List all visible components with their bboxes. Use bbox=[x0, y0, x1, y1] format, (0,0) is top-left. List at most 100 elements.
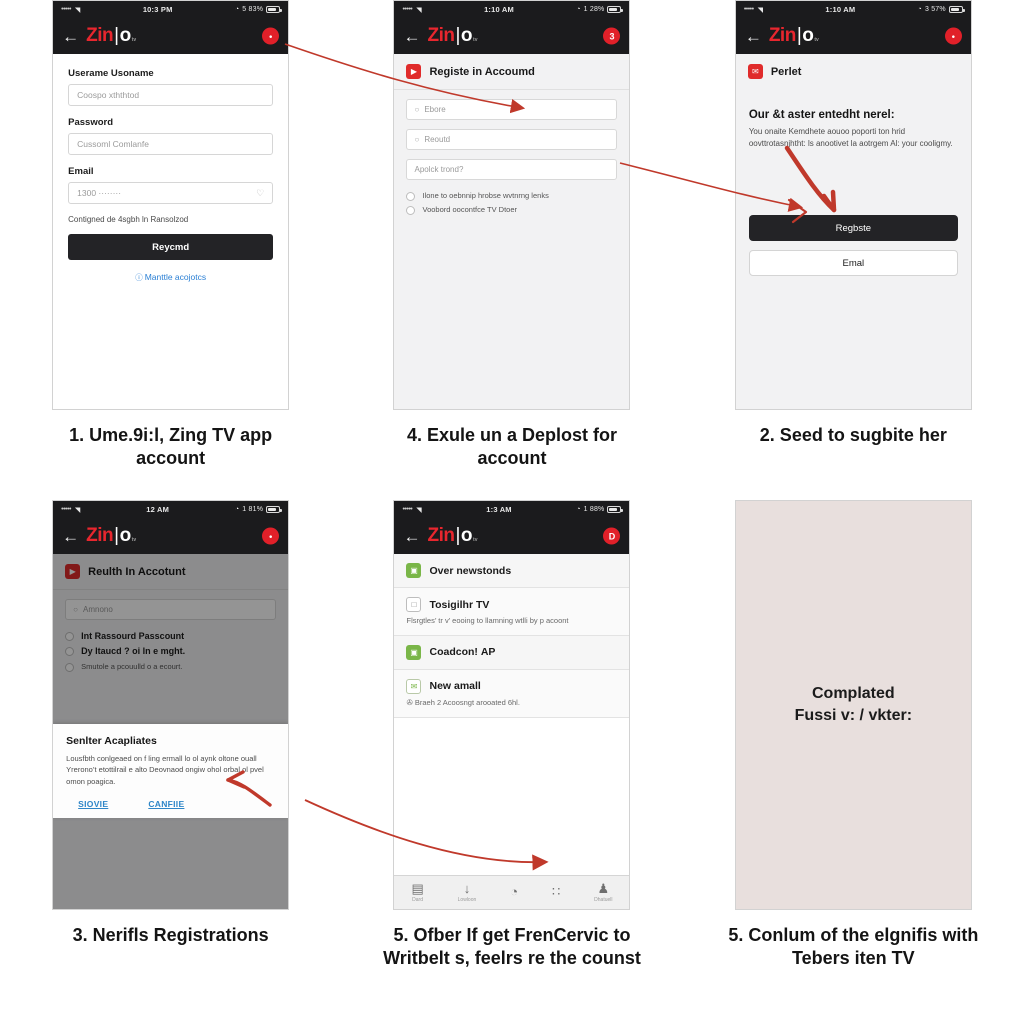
phone-mockup-permission: ••••• ◥ 1:10 AM ◔ 3 57% ← Zin | o tv • ✉… bbox=[734, 0, 972, 410]
battery-percent: 1 88% bbox=[583, 506, 605, 513]
screen-settings-list: ▣ Over newstonds □ Tosigilhr TV Flsrgtle… bbox=[394, 554, 630, 909]
tab-label: Dhatuell bbox=[594, 897, 613, 903]
phone-mockup-completed: Complated Fussi v: / vkter: bbox=[734, 500, 972, 910]
dialog-left-button[interactable]: SIOVIE bbox=[78, 799, 108, 809]
register-options: Ilone to oebnnip hrobse wvtnrng lenks Vo… bbox=[394, 189, 629, 215]
register-option-1[interactable]: Ilone to oebnnip hrobse wvtnrng lenks bbox=[406, 191, 617, 201]
password-label: Password bbox=[68, 117, 114, 128]
tab-grid[interactable]: ∷ bbox=[552, 885, 560, 900]
register-field-1-value: Ebore bbox=[424, 105, 446, 114]
logo-zin: Zin bbox=[768, 25, 797, 46]
logo-o: o bbox=[119, 525, 132, 546]
list-item-title: Tosigilhr TV bbox=[429, 598, 490, 611]
play-icon: ▶ bbox=[406, 64, 422, 79]
tab-account[interactable]: ♟ Dhatuell bbox=[594, 882, 612, 903]
logo-zin: Zin bbox=[86, 25, 114, 46]
status-bar: ••••• ◥ 1:3 AM ◔ 1 88% bbox=[394, 501, 630, 518]
logo-subtext: tv bbox=[131, 537, 137, 543]
completed-message: Complated Fussi v: / vkter: bbox=[795, 683, 912, 726]
list-item-title: Over newstonds bbox=[429, 564, 512, 577]
email-button[interactable]: Emal bbox=[748, 250, 958, 277]
register-button[interactable]: Regbste bbox=[748, 215, 958, 242]
battery-icon bbox=[266, 506, 283, 513]
list-item[interactable]: ✉ New amall ✇ Braeh 2 Acoosngt arooated … bbox=[394, 669, 630, 718]
signal-dots-icon: ••••• bbox=[61, 506, 71, 513]
username-input[interactable]: Coospo xththtod bbox=[68, 84, 274, 106]
battery-percent: 1 81% bbox=[242, 506, 264, 513]
status-right: ◔ 5 83% bbox=[235, 6, 283, 13]
notification-badge[interactable]: • bbox=[944, 27, 962, 45]
register-field-2-value: Reoutd bbox=[424, 135, 451, 144]
register-option-2[interactable]: Voobord oocontfce TV Dtoer bbox=[406, 205, 617, 215]
list-item-subtitle: ✇ Braeh 2 Acoosngt arooated 6hl. bbox=[406, 697, 520, 707]
signal-dots-icon: ••••• bbox=[61, 6, 71, 13]
eye-icon[interactable]: ♡ bbox=[256, 188, 264, 199]
list-item[interactable]: □ Tosigilhr TV Flsrgtles’ tr v’ eooing t… bbox=[394, 588, 630, 636]
form-hint: Contigned de 4sgbh ln Ransolzod bbox=[68, 215, 189, 224]
info-icon: ⓘ bbox=[135, 273, 143, 282]
battery-percent: 3 57% bbox=[924, 6, 946, 13]
secondary-link[interactable]: ⓘ Manttle acojotcs bbox=[68, 272, 273, 283]
tab-label: Lowloon bbox=[457, 897, 477, 903]
list-item[interactable]: ▣ Over newstonds bbox=[394, 554, 630, 588]
back-icon[interactable]: ← bbox=[745, 28, 762, 45]
prompt-body: Our &t aster entedht nerel: You onaite K… bbox=[736, 89, 971, 277]
logo-bar: | bbox=[114, 525, 119, 546]
password-value: Cussoml Comlanfe bbox=[77, 139, 149, 149]
back-icon[interactable]: ← bbox=[403, 528, 420, 545]
signup-form: Userame Usoname Coospo xththtod Password… bbox=[53, 54, 288, 283]
logo-o: o bbox=[802, 25, 814, 46]
app-logo: Zin | o tv bbox=[86, 25, 136, 47]
phone-mockup-signup: ••••• ◥ 10:3 PM ◔ 5 83% ← Zin | o tv • U… bbox=[52, 0, 290, 410]
secondary-link-label: Manttle acojotcs bbox=[144, 272, 207, 282]
completed-line-1: Complated bbox=[811, 685, 895, 703]
tab-download[interactable]: ↓ Lowloon bbox=[458, 882, 477, 903]
list-item[interactable]: ▣ Coadcon! ΑΡ bbox=[394, 635, 630, 670]
list-item-subtitle: Flsrgtles’ tr v’ eooing to llamning wtll… bbox=[406, 616, 569, 625]
alarm-icon: ◔ bbox=[576, 506, 581, 513]
tab-timer[interactable]: ◔ bbox=[510, 885, 518, 900]
prompt-text: You onaite Kemdhete aouoo poporti ton hr… bbox=[748, 127, 953, 148]
status-time: 1:10 AM bbox=[484, 5, 514, 14]
register-field-2[interactable]: ○ Reoutd bbox=[406, 129, 618, 150]
submit-button[interactable]: Reycmd bbox=[68, 234, 274, 260]
back-icon[interactable]: ← bbox=[62, 28, 79, 45]
back-icon[interactable]: ← bbox=[403, 28, 420, 45]
list-item-main: ✉ New amall bbox=[406, 678, 617, 694]
email-input[interactable]: 1300 ········ ♡ bbox=[68, 182, 274, 204]
battery-icon bbox=[607, 506, 624, 513]
notification-badge[interactable]: • bbox=[262, 27, 280, 45]
password-input[interactable]: Cussoml Comlanfe bbox=[68, 133, 274, 155]
notification-badge[interactable]: • bbox=[262, 527, 280, 545]
register-option-2-label: Voobord oocontfce TV Dtoer bbox=[422, 205, 517, 214]
alarm-icon: ◔ bbox=[576, 6, 581, 13]
status-bar: ••••• ◥ 12 AM ◔ 1 81% bbox=[53, 501, 289, 518]
alarm-icon: ◔ bbox=[917, 6, 922, 13]
section-header: ✉ Perlet bbox=[736, 54, 971, 89]
nav-bar: ← Zin | o tv D bbox=[394, 518, 630, 554]
logo-bar: | bbox=[796, 25, 802, 46]
logo-subtext: tv bbox=[473, 537, 478, 543]
download-icon: ↓ bbox=[463, 881, 471, 896]
step-cell-2: ••••• ◥ 1:10 AM ◔ 3 57% ← Zin | o tv • ✉… bbox=[683, 0, 1024, 500]
register-field-3[interactable]: Apolck trond? bbox=[406, 159, 618, 180]
dialog-right-button[interactable]: CANFIIE bbox=[148, 799, 184, 809]
notification-badge[interactable]: D bbox=[603, 527, 621, 545]
list-item-title: New amall bbox=[429, 680, 481, 693]
status-right: ◔ 1 81% bbox=[235, 506, 283, 513]
dialog-actions: SIOVIE CANFIIE bbox=[66, 799, 275, 809]
timer-icon: ◔ bbox=[510, 884, 519, 899]
email-value: 1300 ········ bbox=[77, 188, 122, 198]
list-item-main: □ Tosigilhr TV bbox=[406, 597, 617, 612]
notification-badge[interactable]: 3 bbox=[603, 27, 621, 45]
register-field-1[interactable]: ○ Ebore bbox=[406, 99, 618, 120]
radio-icon[interactable] bbox=[406, 206, 416, 215]
list-item-title: Coadcon! ΑΡ bbox=[429, 646, 496, 659]
radio-icon[interactable] bbox=[406, 192, 416, 201]
register-field-3-value: Apolck trond? bbox=[414, 165, 464, 174]
back-icon[interactable]: ← bbox=[62, 528, 79, 545]
nav-bar: ← Zin | o tv 3 bbox=[394, 18, 630, 54]
step-caption-5b: 5. Conlum of the elgnifis with Tebers it… bbox=[728, 925, 979, 969]
tab-dard[interactable]: ▤ Dard bbox=[411, 882, 423, 903]
confirm-dialog: Senlter Acapliates Lousfbth conlgeaed on… bbox=[53, 724, 289, 818]
